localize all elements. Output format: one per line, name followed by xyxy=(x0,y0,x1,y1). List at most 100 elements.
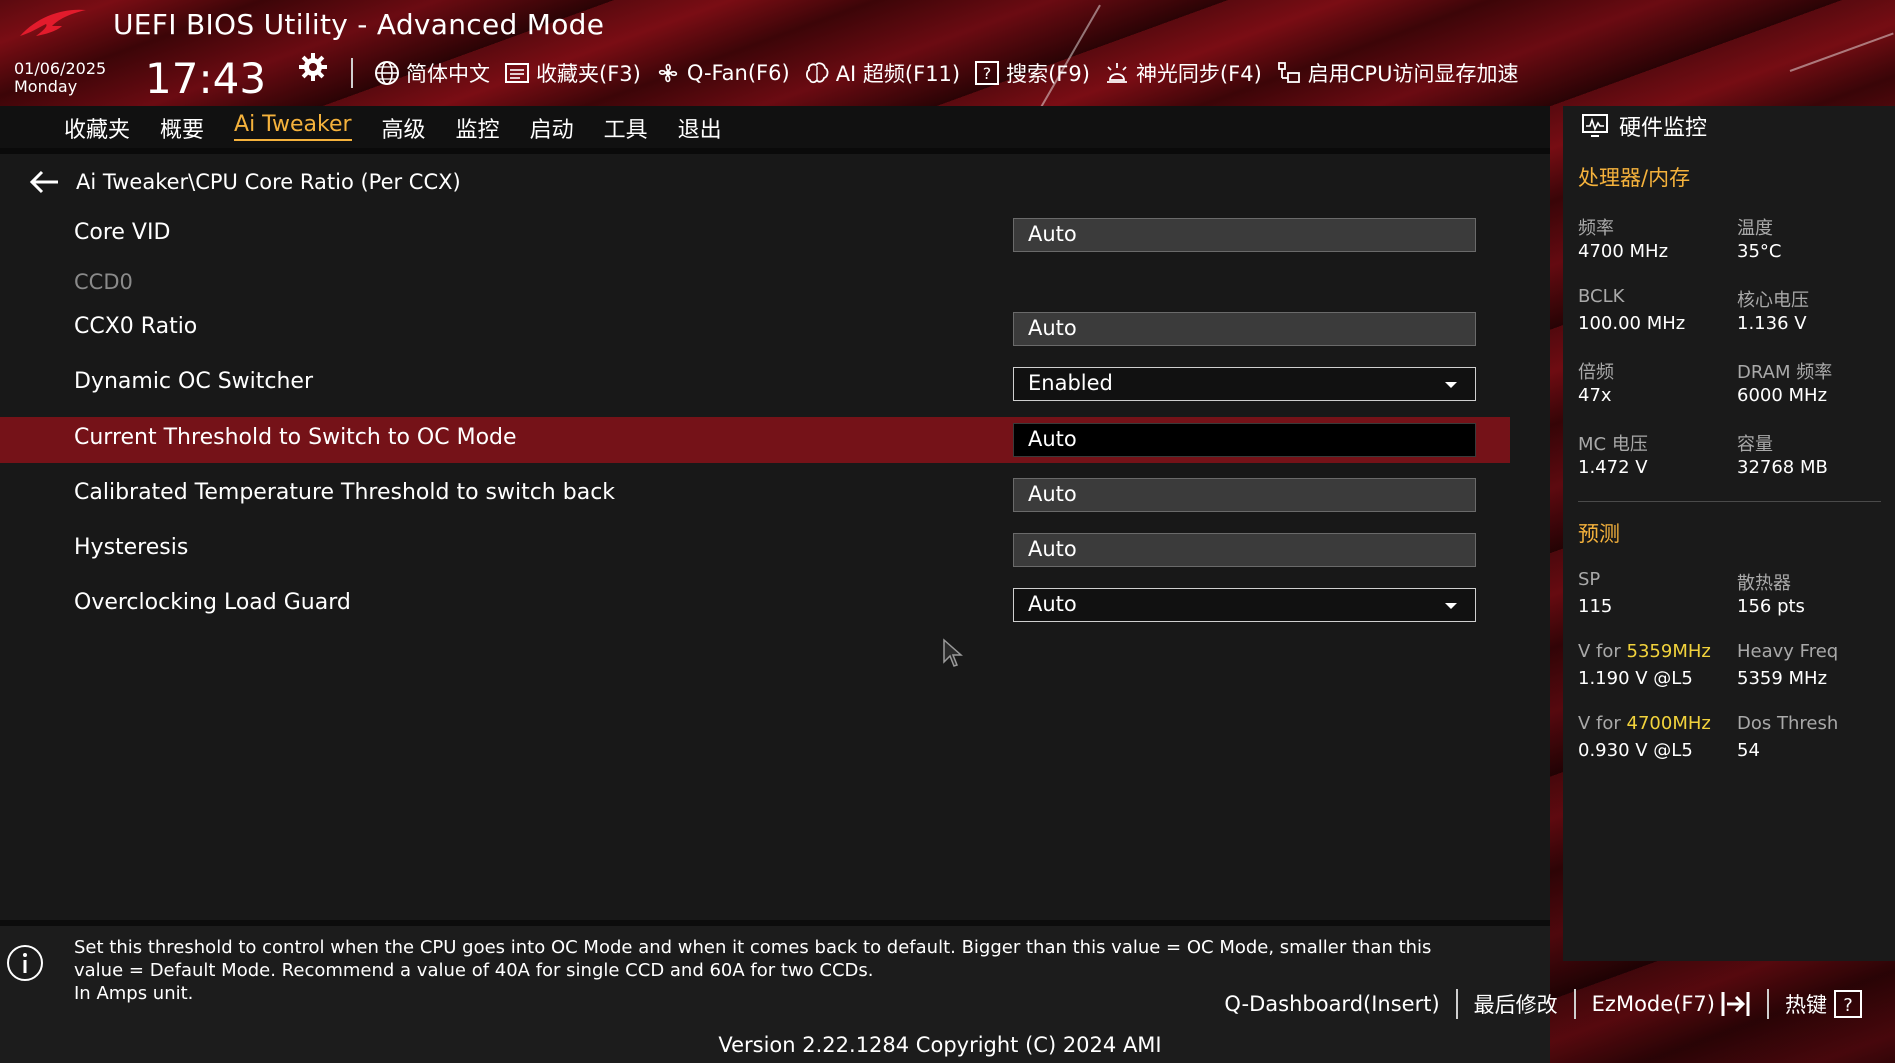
cooler-label: 散热器 xyxy=(1737,573,1791,594)
qfan-button[interactable]: Q-Fan(F6) xyxy=(655,60,790,86)
cpu-frequency-label: 频率 xyxy=(1578,218,1614,239)
tab-advanced[interactable]: 高级 xyxy=(382,106,426,148)
heavy-freq-label: Heavy Freq xyxy=(1737,641,1839,662)
calibrated-temperature-input[interactable]: Auto xyxy=(1013,478,1476,512)
setting-row-core-vid[interactable]: Core VID Auto xyxy=(0,212,1510,258)
monitor-divider xyxy=(1578,501,1881,502)
language-button[interactable]: 简体中文 xyxy=(374,58,490,88)
setting-row-hysteresis[interactable]: Hysteresis Auto xyxy=(0,527,1510,573)
breadcrumb-path: Ai Tweaker\CPU Core Ratio (Per CCX) xyxy=(76,170,461,194)
header-bar: UEFI BIOS Utility - Advanced Mode 01/06/… xyxy=(0,0,1895,106)
svg-text:?: ? xyxy=(983,64,992,83)
mc-voltage-label: MC 电压 xyxy=(1578,434,1648,455)
core-vid-input[interactable]: Auto xyxy=(1013,218,1476,252)
search-question-icon: ? xyxy=(975,61,1000,85)
ratio-label: 倍频 xyxy=(1578,362,1614,383)
hotkeys-button[interactable]: 热键 ? xyxy=(1769,989,1879,1019)
tab-favorites[interactable]: 收藏夹 xyxy=(64,106,130,148)
fan-icon xyxy=(658,63,677,83)
ccx0-ratio-input[interactable]: Auto xyxy=(1013,312,1476,346)
chevron-down-icon xyxy=(1445,382,1457,388)
main-panel: 收藏夹 概要 Ai Tweaker 高级 监控 启动 工具 退出 Ai Twea… xyxy=(0,106,1550,1063)
ez-mode-button[interactable]: EzMode(F7) xyxy=(1576,990,1767,1018)
cpu-memory-section-title: 处理器/内存 xyxy=(1578,166,1691,190)
capacity-value: 32768 MB xyxy=(1737,457,1828,478)
aura-sync-button[interactable]: 神光同步(F4) xyxy=(1104,58,1262,88)
tab-exit[interactable]: 退出 xyxy=(678,106,722,148)
cpu-frequency-value: 4700 MHz xyxy=(1578,241,1669,262)
favorites-label: 收藏夹(F3) xyxy=(536,62,641,86)
v-for-freq1-label: V for 5359MHz xyxy=(1578,641,1711,662)
tab-tool[interactable]: 工具 xyxy=(604,106,648,148)
current-threshold-input[interactable]: Auto xyxy=(1013,423,1476,457)
toolbar: 简体中文 收藏夹(F3) Q-Fan(F6) AI 超频(F11) ? 搜索(F… xyxy=(374,58,1518,88)
tab-ai-tweaker[interactable]: Ai Tweaker xyxy=(234,106,352,148)
globe-icon xyxy=(375,61,399,85)
monitor-title: 硬件监控 xyxy=(1619,116,1708,141)
section-header-ccd0: CCD0 xyxy=(0,262,1510,308)
setting-label: Hysteresis xyxy=(74,535,189,560)
tab-boot[interactable]: 启动 xyxy=(530,106,574,148)
monitor-screen-icon xyxy=(1582,114,1608,137)
setting-label: Core VID xyxy=(74,220,171,245)
setting-row-ccx0-ratio[interactable]: CCX0 Ratio Auto xyxy=(0,306,1510,352)
aura-sync-label: 神光同步(F4) xyxy=(1135,62,1262,86)
resizable-bar-icon xyxy=(1277,62,1300,83)
v-for-freq1-value: 1.190 V @L5 xyxy=(1578,668,1693,689)
setting-row-calibrated-temperature[interactable]: Calibrated Temperature Threshold to swit… xyxy=(0,472,1510,518)
setting-label: Calibrated Temperature Threshold to swit… xyxy=(74,480,616,505)
core-voltage-label: 核心电压 xyxy=(1737,290,1809,311)
setting-row-dynamic-oc-switcher[interactable]: Dynamic OC Switcher Enabled xyxy=(0,361,1510,407)
tab-monitor[interactable]: 监控 xyxy=(456,106,500,148)
date-display: 01/06/2025 Monday xyxy=(14,60,106,96)
v-for-freq2-label: V for 4700MHz xyxy=(1578,713,1711,734)
app-title: UEFI BIOS Utility - Advanced Mode xyxy=(113,8,605,41)
prediction-section-title: 预测 xyxy=(1578,522,1620,546)
aura-light-icon xyxy=(1106,63,1127,83)
capacity-label: 容量 xyxy=(1737,434,1773,455)
setting-label: Current Threshold to Switch to OC Mode xyxy=(74,425,517,450)
version-text: Version 2.22.1284 Copyright (C) 2024 AMI xyxy=(718,1033,1162,1057)
dynamic-oc-switcher-select[interactable]: Enabled xyxy=(1013,367,1476,401)
tab-bar: 收藏夹 概要 Ai Tweaker 高级 监控 启动 工具 退出 xyxy=(0,106,1550,148)
header-divider xyxy=(351,58,353,88)
tab-divider xyxy=(0,148,1550,154)
core-voltage-value: 1.136 V xyxy=(1737,313,1807,334)
weekday-text: Monday xyxy=(14,77,78,96)
oc-load-guard-select[interactable]: Auto xyxy=(1013,588,1476,622)
setting-label: CCX0 Ratio xyxy=(74,314,198,339)
favorites-button[interactable]: 收藏夹(F3) xyxy=(504,58,641,88)
language-label: 简体中文 xyxy=(406,62,490,86)
date-text: 01/06/2025 xyxy=(14,59,107,78)
ai-brain-icon xyxy=(805,62,829,84)
setting-row-oc-load-guard[interactable]: Overclocking Load Guard Auto xyxy=(0,582,1510,628)
dram-frequency-label: DRAM 频率 xyxy=(1737,362,1833,383)
back-arrow-icon[interactable] xyxy=(28,168,60,196)
breadcrumb: Ai Tweaker\CPU Core Ratio (Per CCX) xyxy=(28,168,461,196)
resizable-bar-button[interactable]: 启用CPU访问显存加速 xyxy=(1276,58,1519,88)
search-button[interactable]: ? 搜索(F9) xyxy=(974,58,1090,88)
help-question-icon: ? xyxy=(1834,990,1862,1018)
gear-icon[interactable] xyxy=(298,52,328,82)
tab-main[interactable]: 概要 xyxy=(160,106,204,148)
dram-frequency-value: 6000 MHz xyxy=(1737,385,1828,406)
ai-overclock-button[interactable]: AI 超频(F11) xyxy=(804,58,960,88)
last-modified-button[interactable]: 最后修改 xyxy=(1458,989,1574,1019)
exit-to-ez-mode-icon xyxy=(1721,992,1750,1016)
hysteresis-input[interactable]: Auto xyxy=(1013,533,1476,567)
resizable-bar-label: 启用CPU访问显存加速 xyxy=(1307,62,1519,86)
v-for-freq2-value: 0.930 V @L5 xyxy=(1578,740,1693,761)
footer-actions: Q-Dashboard(Insert) 最后修改 EzMode(F7) 热键 ? xyxy=(1208,989,1879,1019)
favorites-list-icon xyxy=(505,63,529,83)
setting-label: Overclocking Load Guard xyxy=(74,590,351,615)
v-for-freq2-frequency: 4700MHz xyxy=(1626,713,1711,734)
dos-thresh-label: Dos Thresh xyxy=(1737,713,1839,734)
sp-label: SP xyxy=(1578,569,1601,590)
ai-overclock-label: AI 超频(F11) xyxy=(835,62,961,86)
q-dashboard-button[interactable]: Q-Dashboard(Insert) xyxy=(1208,992,1455,1016)
clock-display: 17:43 xyxy=(145,54,267,103)
chevron-down-icon xyxy=(1445,603,1457,609)
rog-logo-icon xyxy=(20,9,86,36)
setting-row-current-threshold[interactable]: Current Threshold to Switch to OC Mode A… xyxy=(0,417,1510,463)
select-value: Auto xyxy=(1028,592,1077,616)
